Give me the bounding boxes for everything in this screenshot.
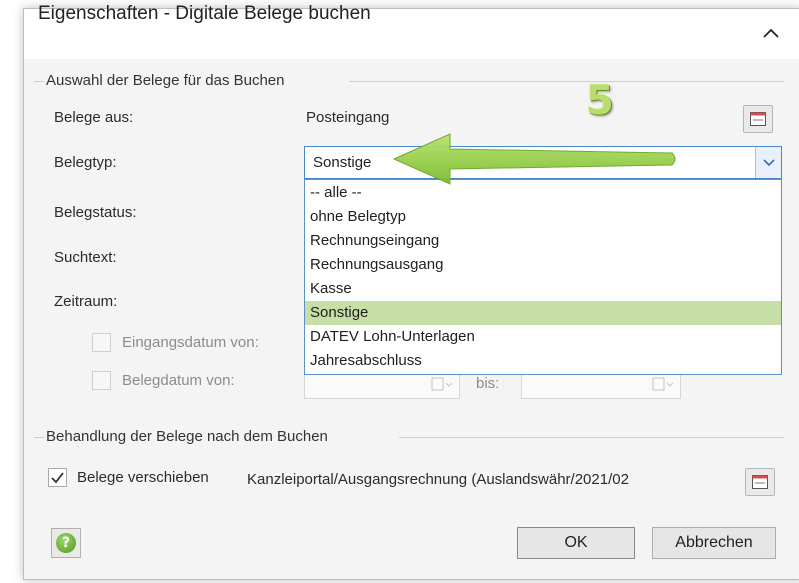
zeitraum-label: Zeitraum: <box>54 293 118 310</box>
arrow-annotation-icon <box>392 133 676 185</box>
after-section-label: Behandlung der Belege nach dem Buchen <box>44 428 330 445</box>
properties-dialog: Eigenschaften - Digitale Belege buchen A… <box>23 3 799 580</box>
suchtext-label: Suchtext: <box>54 249 117 266</box>
section-divider <box>349 81 784 82</box>
dropdown-option[interactable]: Kasse <box>305 277 781 301</box>
belegdatum-label: Belegdatum von: <box>122 372 235 389</box>
belegstatus-label: Belegstatus: <box>54 204 137 221</box>
target-path: Kanzleiportal/Ausgangsrechnung (Auslands… <box>247 471 629 488</box>
belegtyp-selected-value: Sonstige <box>313 154 372 171</box>
dropdown-option[interactable]: ohne Belegtyp <box>305 205 781 229</box>
belege-verschieben-checkbox[interactable] <box>48 468 67 487</box>
section-divider <box>34 81 44 82</box>
help-icon: ? <box>56 533 76 553</box>
source-picker-button[interactable] <box>743 105 773 133</box>
dropdown-option[interactable]: Jahresabschluss <box>305 349 781 373</box>
dropdown-option[interactable]: Rechnungsausgang <box>305 253 781 277</box>
belegtyp-label: Belegtyp: <box>54 154 117 171</box>
eingangsdatum-label: Eingangsdatum von: <box>122 334 259 351</box>
checkmark-icon <box>51 472 64 484</box>
cancel-button[interactable]: Abbrechen <box>652 527 776 559</box>
calendar-dropdown-icon <box>652 377 674 391</box>
dropdown-option[interactable]: DATEV Lohn-Unterlagen <box>305 325 781 349</box>
belegtyp-dropdown-list: -- alle -- ohne Belegtyp Rechnungseingan… <box>304 179 782 375</box>
belege-verschieben-label: Belege verschieben <box>77 469 209 486</box>
bis-label: bis: <box>476 375 500 392</box>
dropdown-option[interactable]: Rechnungseingang <box>305 229 781 253</box>
belege-aus-label: Belege aus: <box>54 109 134 126</box>
ok-button[interactable]: OK <box>517 527 635 559</box>
target-picker-button[interactable] <box>745 468 775 496</box>
window-icon <box>752 475 768 489</box>
collapse-chevron-icon[interactable] <box>760 23 782 45</box>
chevron-down-icon[interactable] <box>755 147 781 178</box>
section-divider <box>34 437 44 438</box>
help-button[interactable]: ? <box>51 528 81 558</box>
step-number-annotation: 5 <box>586 78 614 124</box>
selection-section-label: Auswahl der Belege für das Buchen <box>44 72 287 89</box>
dialog-titlebar: Eigenschaften - Digitale Belege buchen <box>24 3 799 59</box>
belege-aus-value: Posteingang <box>306 109 390 126</box>
dialog-title: Eigenschaften - Digitale Belege buchen <box>38 3 371 24</box>
belegdatum-checkbox[interactable] <box>92 371 111 390</box>
section-divider <box>399 437 784 438</box>
window-icon <box>750 112 766 126</box>
dropdown-option-selected[interactable]: Sonstige <box>305 301 781 325</box>
eingangsdatum-checkbox[interactable] <box>92 333 111 352</box>
calendar-dropdown-icon <box>431 377 453 391</box>
